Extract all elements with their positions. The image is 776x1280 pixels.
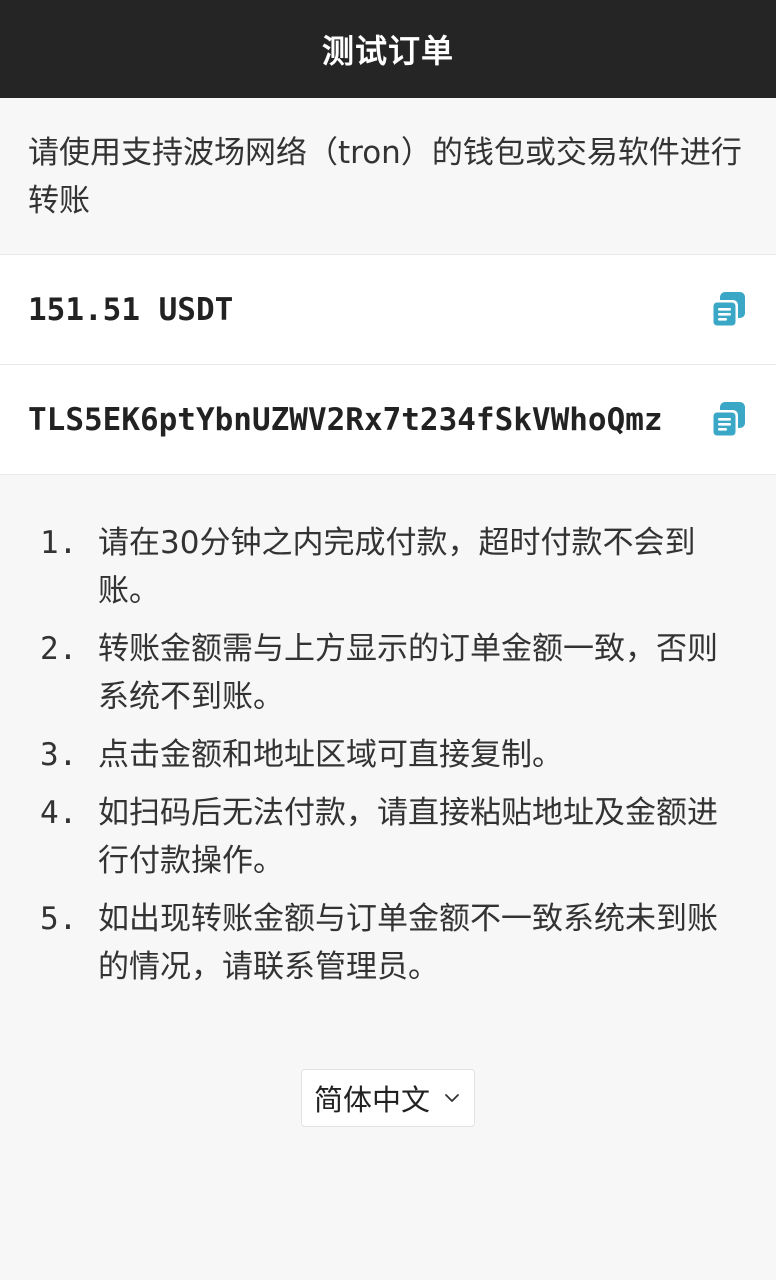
list-item-text: 请在30分钟之内完成付款，超时付款不会到账。	[98, 525, 696, 609]
copy-icon[interactable]	[708, 400, 748, 440]
chevron-down-icon	[445, 1094, 459, 1102]
wallet-notice: 请使用支持波场网络（tron）的钱包或交易软件进行转账	[0, 98, 776, 255]
wallet-address[interactable]: TLS5EK6ptYbnUZWV2Rx7t234fSkVWhoQmz	[28, 402, 663, 438]
list-item: 5. 如出现转账金额与订单金额不一致系统未到账的情况，请联系管理员。	[40, 895, 740, 991]
list-item-number: 2.	[40, 631, 78, 667]
list-item-text: 如扫码后无法付款，请直接粘贴地址及金额进行付款操作。	[98, 795, 718, 879]
language-select[interactable]: 简体中文	[301, 1069, 475, 1127]
page-header: 测试订单	[0, 0, 776, 98]
list-item-text: 转账金额需与上方显示的订单金额一致，否则系统不到账。	[98, 631, 718, 715]
list-item-number: 1.	[40, 525, 78, 561]
copy-icon[interactable]	[708, 290, 748, 330]
page-title: 测试订单	[321, 32, 454, 70]
list-item-number: 4.	[40, 795, 78, 831]
list-item: 1. 请在30分钟之内完成付款，超时付款不会到账。	[40, 519, 740, 615]
list-item-text: 点击金额和地址区域可直接复制。	[98, 737, 563, 773]
language-selected: 简体中文	[313, 1083, 430, 1117]
amount-value[interactable]: 151.51 USDT	[28, 292, 233, 328]
list-item: 2. 转账金额需与上方显示的订单金额一致，否则系统不到账。	[40, 625, 740, 721]
instructions-list: 1. 请在30分钟之内完成付款，超时付款不会到账。 2. 转账金额需与上方显示的…	[0, 475, 776, 991]
amount-copy-row[interactable]: 151.51 USDT	[0, 255, 776, 365]
list-item-number: 5.	[40, 901, 78, 937]
language-selector-container: 简体中文	[0, 1069, 776, 1127]
list-item-text: 如出现转账金额与订单金额不一致系统未到账的情况，请联系管理员。	[98, 901, 718, 985]
list-item: 3. 点击金额和地址区域可直接复制。	[40, 731, 740, 779]
list-item: 4. 如扫码后无法付款，请直接粘贴地址及金额进行付款操作。	[40, 789, 740, 885]
address-copy-row[interactable]: TLS5EK6ptYbnUZWV2Rx7t234fSkVWhoQmz	[0, 365, 776, 475]
list-item-number: 3.	[40, 737, 78, 773]
